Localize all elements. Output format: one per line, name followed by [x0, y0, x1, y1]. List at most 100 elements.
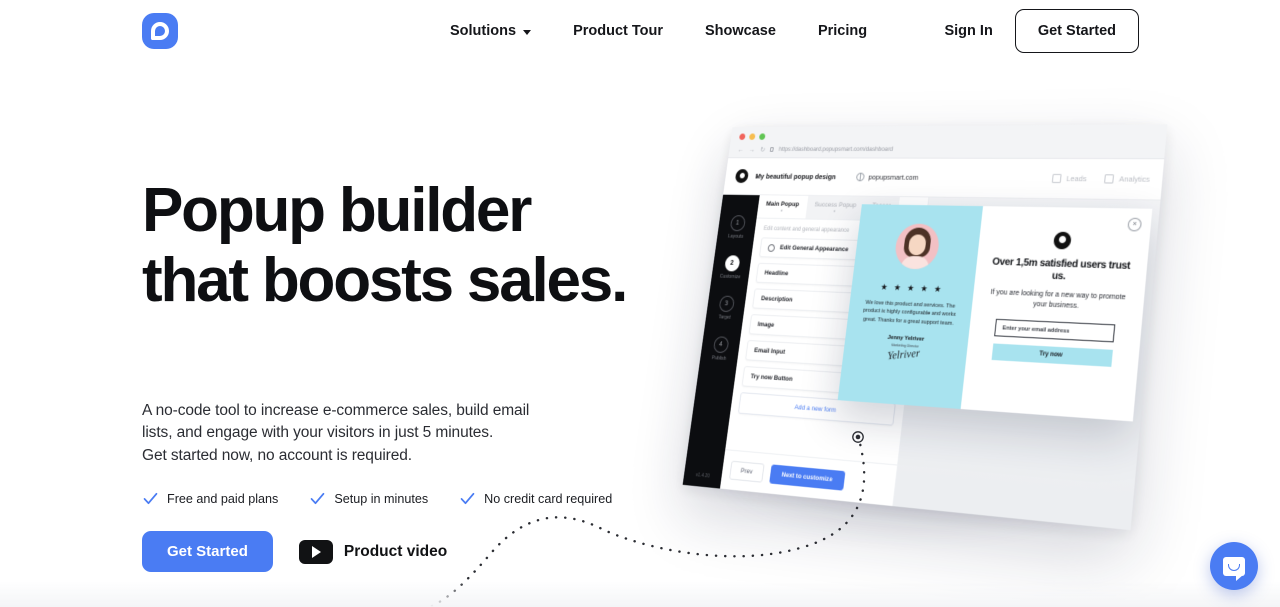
popup-form-side: × Over 1,5m satisfied users trust us. If… — [960, 206, 1153, 422]
tab-main-popup[interactable]: Main Popup • — [757, 195, 808, 218]
logo-icon — [142, 13, 178, 49]
product-video-label: Product video — [343, 542, 448, 560]
popup-headline: Over 1,5m satisfied users trust us. — [991, 256, 1131, 283]
testimonial-signature: Yelriver — [887, 347, 921, 363]
feature-item-setup: Setup in minutes — [309, 490, 428, 507]
hero-cta-row: Get Started Product video — [142, 531, 662, 573]
add-new-form-button[interactable]: Add a new form — [737, 392, 896, 426]
leads-icon — [1052, 173, 1062, 184]
nav-label-pricing: Pricing — [817, 23, 868, 39]
leads-label: Leads — [1065, 174, 1088, 184]
logo-bubble-glyph — [151, 22, 169, 40]
feature-item-no-credit-card: No credit card required — [459, 490, 612, 507]
panel-row-label: Image — [757, 321, 775, 329]
next-to-customize-button[interactable]: Next to customize — [768, 464, 846, 491]
site-domain-label: popupsmart.com — [867, 172, 919, 182]
tab-dot-icon: • — [833, 209, 836, 216]
headline-line-2: that boosts sales. — [142, 246, 628, 315]
app-version: v1.4.20 — [695, 472, 711, 480]
forward-icon[interactable]: → — [748, 145, 755, 153]
gear-icon — [767, 243, 776, 252]
check-icon — [143, 493, 158, 505]
panel-row-label: Try now Button — [750, 373, 793, 383]
close-icon[interactable]: × — [1127, 217, 1143, 232]
check-icon — [310, 493, 325, 505]
analytics-icon — [1104, 174, 1115, 184]
feature-label-no-credit-card: No credit card required — [484, 491, 613, 506]
page-title: Popup builder that boosts sales. — [142, 118, 662, 374]
step-1-label: Layouts — [727, 233, 744, 240]
popupsmart-logo[interactable] — [142, 9, 178, 53]
bottom-fade — [0, 581, 1280, 607]
step-3-target[interactable]: 3 — [718, 295, 735, 313]
get-started-button-hero[interactable]: Get Started — [142, 531, 273, 573]
nav-item-pricing[interactable]: Pricing — [818, 23, 867, 39]
feature-label-setup: Setup in minutes — [334, 491, 429, 506]
step-1-layouts[interactable]: 1 — [729, 215, 746, 232]
nav-item-product-tour[interactable]: Product Tour — [573, 23, 663, 39]
panel-row-label: Description — [760, 295, 793, 304]
get-started-button-header[interactable]: Get Started — [1014, 9, 1139, 53]
testimonial-author: Jenny Yelriver — [887, 334, 925, 343]
feature-item-free-plans: Free and paid plans — [142, 490, 278, 507]
prev-button[interactable]: Prev — [729, 460, 765, 483]
header-actions: Sign In Get Started — [944, 9, 1139, 53]
analytics-tab[interactable]: Analytics — [1104, 174, 1150, 184]
reload-icon[interactable]: ↻ — [760, 145, 766, 153]
popup-preview-card: ★ ★ ★ ★ ★ We love this product and servi… — [837, 204, 1153, 422]
try-now-button[interactable]: Try now — [991, 343, 1113, 368]
nav-label-product-tour: Product Tour — [573, 23, 664, 39]
browser-window: ← → ↻ https://dashboard.popupsmart.com/d… — [682, 124, 1168, 531]
step-2-customize[interactable]: 2 — [723, 255, 741, 272]
maximize-window-dot[interactable] — [758, 133, 766, 140]
nav-item-solutions[interactable]: Solutions — [450, 23, 532, 39]
product-video-link[interactable]: Product video — [298, 539, 448, 564]
check-icon — [460, 493, 475, 505]
landing-page: Solutions Product Tour Showcase Pricing … — [0, 0, 1280, 607]
feature-label-free-plans: Free and paid plans — [167, 491, 279, 506]
site-header: Solutions Product Tour Showcase Pricing … — [0, 0, 1280, 62]
popup-testimonial-side: ★ ★ ★ ★ ★ We love this product and servi… — [837, 204, 984, 410]
step-4-label: Publish — [711, 355, 727, 362]
nav-item-showcase[interactable]: Showcase — [705, 23, 776, 39]
step-4-publish[interactable]: 4 — [712, 336, 730, 354]
mockup-stage: ← → ↻ https://dashboard.popupsmart.com/d… — [682, 124, 1168, 531]
main-nav: Solutions Product Tour Showcase Pricing — [450, 0, 867, 62]
popup-subtext: If you are looking for a new way to prom… — [990, 289, 1126, 310]
popup-brand-logo-icon — [1052, 231, 1072, 250]
star-rating: ★ ★ ★ ★ ★ — [880, 281, 944, 295]
minimize-window-dot[interactable] — [748, 133, 756, 140]
popup-design-title[interactable]: My beautiful popup design — [755, 172, 836, 181]
chat-bubble-icon — [1223, 556, 1245, 581]
browser-url-bar[interactable]: ← → ↻ https://dashboard.popupsmart.com/d… — [737, 144, 1151, 155]
sign-in-link[interactable]: Sign In — [944, 23, 992, 39]
chat-widget-button[interactable] — [1210, 542, 1258, 590]
panel-row-label: Email Input — [753, 347, 786, 356]
email-field[interactable]: Enter your email address — [993, 319, 1115, 343]
step-3-label: Target — [718, 314, 731, 321]
app-topbar-actions: Leads Analytics — [1052, 173, 1150, 184]
chevron-down-icon — [523, 29, 532, 35]
app-topbar: My beautiful popup design popupsmart.com… — [723, 158, 1165, 201]
close-window-dot[interactable] — [738, 133, 746, 140]
tab-main-popup-label: Main Popup — [765, 200, 800, 208]
url-text: https://dashboard.popupsmart.com/dashboa… — [778, 146, 894, 153]
globe-icon — [855, 172, 865, 182]
browser-chrome: ← → ↻ https://dashboard.popupsmart.com/d… — [728, 124, 1168, 160]
back-icon[interactable]: ← — [737, 145, 744, 153]
panel-row-label: Edit General Appearance — [779, 244, 849, 254]
headline-line-1: Popup builder — [142, 176, 532, 245]
feature-list: Free and paid plans Setup in minutes No … — [142, 490, 662, 507]
nav-label-solutions: Solutions — [450, 23, 517, 39]
testimonial-author-role: Marketing Director — [891, 343, 919, 349]
tab-success-popup-label: Success Popup — [814, 201, 857, 209]
panel-row-label: Headline — [764, 269, 789, 278]
hero-subheading: A no-code tool to increase e-commerce sa… — [142, 402, 530, 464]
tab-success-popup[interactable]: Success Popup • — [804, 195, 866, 220]
window-controls — [738, 133, 766, 140]
leads-tab[interactable]: Leads — [1052, 173, 1088, 184]
tab-dot-icon: • — [780, 208, 783, 215]
nav-label-showcase: Showcase — [705, 23, 776, 39]
hero-content: Popup builder that boosts sales. A no-co… — [142, 118, 662, 607]
step-2-label: Customize — [719, 273, 741, 281]
